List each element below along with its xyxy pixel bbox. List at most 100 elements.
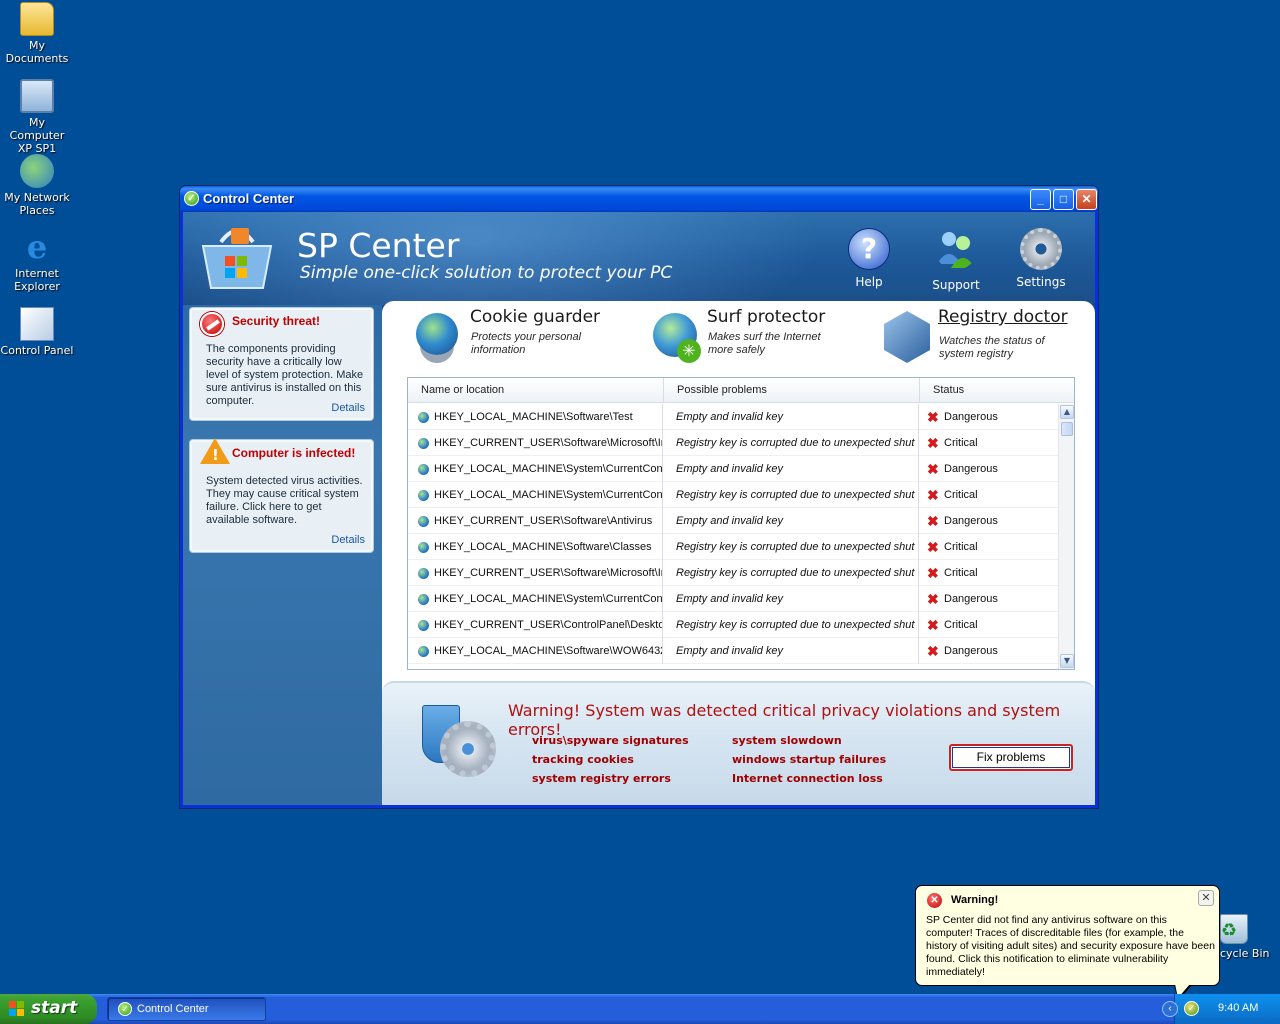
column-header-name[interactable]: Name or location [408,378,664,403]
sp-center-tray-icon[interactable]: ✓ [1184,1001,1199,1016]
desktop-icon-label: Control Panel [0,344,74,357]
table-row[interactable]: HKEY_CURRENT_USER\ControlPanel\Desktop Re… [408,612,1058,638]
red-x-icon: ✖ [927,409,939,425]
alert-computer-infected: ! Computer is infected! System detected … [189,438,374,553]
minimize-icon: _ [1037,192,1044,206]
support-users-icon [937,232,975,268]
desktop-icon-my-documents[interactable]: My Documents [0,2,74,65]
cell-problem: Registry key is corrupted due to unexpec… [664,534,919,560]
globe-icon [418,464,429,475]
issue-item: windows startup failures [732,753,887,766]
balloon-title: Warning! [951,894,999,906]
balloon-close-button[interactable]: ✕ [1198,890,1214,906]
support-button[interactable]: Support [926,228,986,292]
issue-item: virus\spyware signatures [532,734,689,747]
status-text: Critical [944,541,978,553]
alert-security-threat: Security threat! The components providin… [189,307,374,421]
table-row[interactable]: HKEY_LOCAL_MACHINE\Software\Test Empty an… [408,404,1058,430]
support-label: Support [932,278,980,292]
tool-surf-protector[interactable]: Surf protector Makes surf the Internet m… [653,307,873,367]
details-link[interactable]: Details [331,402,365,414]
shield-check-icon: ✓ [184,191,199,206]
desktop-icon-label: My Computer XP SP1 [9,116,65,155]
alert-title: Security threat! [232,314,321,328]
taskbar-item-control-center[interactable]: ✓ Control Center [107,997,266,1021]
red-x-icon: ✖ [927,617,939,633]
internet-explorer-icon: e [26,228,48,266]
status-text: Dangerous [944,593,998,605]
red-x-icon: ✖ [927,565,939,581]
desktop-icon-control-panel[interactable]: Control Panel [0,307,74,357]
status-text: Critical [944,437,978,449]
left-panel: Security threat! The components providin… [183,305,382,805]
settings-button[interactable]: Settings [1011,228,1071,289]
help-button[interactable]: ? Help [839,228,899,289]
cell-status: ✖ Dangerous [920,404,1058,430]
alert-title: Computer is infected! [232,446,356,460]
table-body: HKEY_LOCAL_MACHINE\Software\Test Empty an… [408,404,1058,669]
table-row[interactable]: HKEY_CURRENT_USER\Software\Antivirus Empt… [408,508,1058,534]
table-header: Name or location Possible problems Statu… [408,378,1074,403]
warning-icon: ! [200,438,230,464]
registry-table: Name or location Possible problems Statu… [407,377,1075,670]
tool-name: Surf protector [707,307,826,327]
status-text: Dangerous [944,515,998,527]
clock[interactable]: 9:40 AM [1218,1002,1258,1014]
tool-registry-doctor[interactable]: Registry doctor Watches the status of sy… [884,307,1095,367]
scroll-up-button[interactable]: ▲ [1060,405,1074,419]
main-panel: Cookie guarder Protects your personal in… [382,301,1095,805]
start-button[interactable]: start [0,994,97,1024]
desktop-icon-internet-explorer[interactable]: e Internet Explorer [0,230,74,293]
red-x-icon: ✖ [927,435,939,451]
desktop-icon-label: My Network Places [4,191,70,217]
alert-text: The components providing security have a… [206,343,364,407]
cell-status: ✖ Dangerous [920,586,1058,612]
table-row[interactable]: HKEY_LOCAL_MACHINE\Software\Classes Regis… [408,534,1058,560]
cell-problem: Empty and invalid key [664,586,919,612]
cell-status: ✖ Critical [920,534,1058,560]
fix-problems-button[interactable]: Fix problems [949,744,1073,771]
details-link[interactable]: Details [331,534,365,546]
desktop-icon-my-network-places[interactable]: My Network Places [0,154,74,217]
table-row[interactable]: HKEY_CURRENT_USER\Software\Microsoft\Int… [408,430,1058,456]
status-text: Critical [944,567,978,579]
status-text: Dangerous [944,463,998,475]
show-hidden-icons-button[interactable]: ‹ [1162,1001,1178,1017]
computer-icon [20,79,54,113]
close-button[interactable]: ✕ [1076,189,1097,210]
vertical-scrollbar[interactable]: ▲ ▼ [1058,404,1074,669]
globe-icon [418,568,429,579]
table-row[interactable]: HKEY_LOCAL_MACHINE\System\CurrentContr Em… [408,456,1058,482]
cell-location: HKEY_LOCAL_MACHINE\System\CurrentContr [408,586,663,612]
warning-balloon[interactable]: ✕ Warning! ✕ SP Center did not find any … [915,885,1220,1001]
globe-icon [418,620,429,631]
table-row[interactable]: HKEY_LOCAL_MACHINE\System\CurrentContr Re… [408,482,1058,508]
shield-gear-icon [418,705,498,785]
tool-cookie-guarder[interactable]: Cookie guarder Protects your personal in… [416,307,636,367]
balloon-text: SP Center did not find any antivirus sof… [926,914,1215,978]
column-header-problems[interactable]: Possible problems [664,378,920,403]
desktop-icon-my-computer[interactable]: My Computer XP SP1 [0,79,74,155]
red-x-icon: ✖ [927,643,939,659]
cell-problem: Registry key is corrupted due to unexpec… [664,612,919,638]
cell-location: HKEY_CURRENT_USER\Software\Microsoft\Int [408,430,663,456]
cell-location: HKEY_CURRENT_USER\Software\Antivirus [408,508,663,534]
table-row[interactable]: HKEY_CURRENT_USER\Software\Microsoft\Int… [408,560,1058,586]
minimize-button[interactable]: _ [1030,189,1051,210]
window-titlebar[interactable]: ✓ Control Center _ □ ✕ [180,186,1098,212]
cell-location: HKEY_LOCAL_MACHINE\System\CurrentContr [408,482,663,508]
close-icon: ✕ [1081,192,1092,206]
location-text: HKEY_LOCAL_MACHINE\System\CurrentContr [434,593,663,605]
scroll-thumb[interactable] [1061,422,1073,436]
cell-status: ✖ Dangerous [920,456,1058,482]
maximize-button[interactable]: □ [1053,189,1074,210]
app-tagline: Simple one-click solution to protect you… [300,263,673,283]
window-title: Control Center [203,191,294,206]
table-row[interactable]: HKEY_LOCAL_MACHINE\Software\WOW6432N Empt… [408,638,1058,664]
table-row[interactable]: HKEY_LOCAL_MACHINE\System\CurrentContr Em… [408,586,1058,612]
cookie-guarder-icon [416,313,458,355]
column-header-status[interactable]: Status [920,378,1074,403]
location-text: HKEY_LOCAL_MACHINE\Software\Test [434,411,633,423]
scroll-down-button[interactable]: ▼ [1060,654,1074,668]
status-text: Dangerous [944,645,998,657]
